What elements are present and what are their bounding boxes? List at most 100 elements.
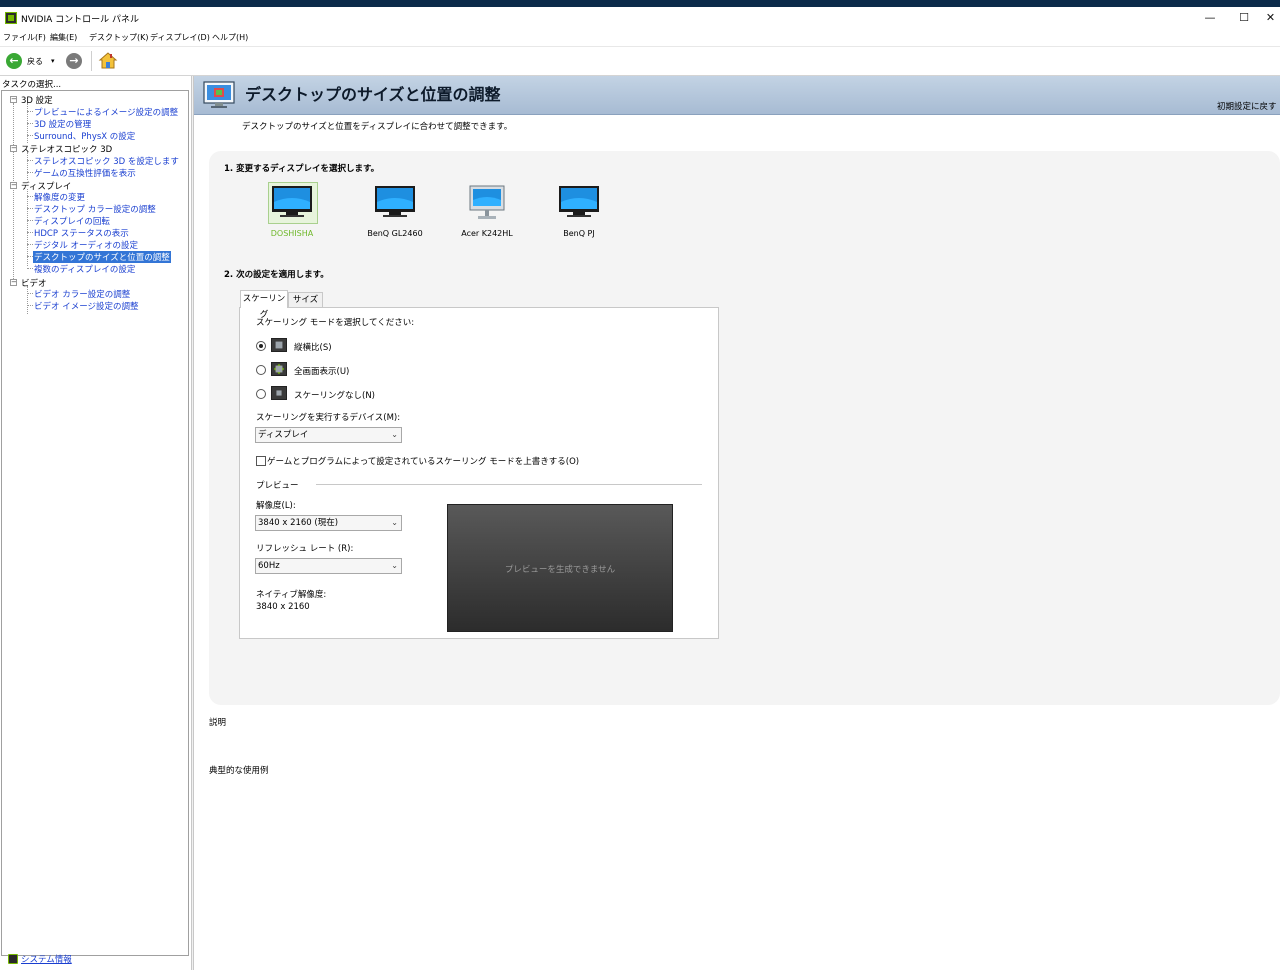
radio-label: スケーリングなし(N)	[294, 391, 375, 401]
display-label: BenQ PJ	[563, 229, 595, 238]
tree-item-manage-3d-settings[interactable]: 3D 設定の管理	[34, 118, 91, 130]
preview-divider	[316, 484, 702, 485]
tab-size[interactable]: サイズ	[288, 292, 323, 307]
tree-category-3d-settings[interactable]: 3D 設定	[21, 94, 53, 106]
menu-bar: ファイル(F) 編集(E) デスクトップ(K) ディスプレイ(D) ヘルプ(H)	[0, 29, 1280, 45]
native-resolution-value: 3840 x 2160	[256, 602, 310, 612]
menu-desktop[interactable]: デスクトップ(K)	[89, 32, 149, 43]
back-history-dropdown-icon[interactable]: ▾	[51, 57, 55, 65]
toolbar-separator	[91, 51, 92, 71]
expander-video[interactable]: −	[10, 279, 17, 286]
title-bar: NVIDIA コントロール パネル — ☐ ✕	[0, 7, 1280, 29]
maximize-button[interactable]: ☐	[1227, 7, 1261, 29]
preview-message: プレビューを生成できません	[504, 565, 616, 575]
tree-item-desktop-size-position[interactable]: デスクトップのサイズと位置の調整	[33, 251, 171, 263]
window-top-edge	[0, 0, 1280, 7]
scaling-tab-panel: スケーリング モードを選択してください: 縦横比(S) 全画面表示(U) スケー…	[239, 307, 719, 639]
step1-heading: 1. 変更するディスプレイを選択します。	[224, 164, 380, 174]
display-doshisha[interactable]: DOSHISHA	[255, 182, 329, 240]
tree-item-digital-audio[interactable]: デジタル オーディオの設定	[34, 239, 138, 251]
page-banner: デスクトップのサイズと位置の調整 初期設定に戻す	[194, 76, 1280, 115]
tree-item-set-up-stereoscopic[interactable]: ステレオスコピック 3D を設定します	[34, 155, 179, 167]
override-scaling-checkbox[interactable]	[256, 456, 266, 466]
radio-label: 全画面表示(U)	[294, 367, 350, 377]
nvidia-app-icon	[5, 12, 17, 24]
task-sidebar: タスクの選択... − 3D 設定 プレビューによるイメージ設定の調整 3D 設…	[0, 76, 191, 970]
display-label: Acer K242HL	[461, 229, 513, 238]
chevron-down-icon: ⌄	[391, 430, 398, 439]
minimize-button[interactable]: —	[1193, 7, 1227, 29]
menu-display[interactable]: ディスプレイ(D)	[150, 32, 210, 43]
no-scaling-icon	[271, 386, 287, 400]
resolution-select[interactable]: 3840 x 2160 (現在) ⌄	[255, 515, 402, 531]
display-acer-k242hl[interactable]: Acer K242HL	[450, 184, 524, 240]
monitor-icon	[375, 186, 415, 217]
task-tree: − 3D 設定 プレビューによるイメージ設定の調整 3D 設定の管理 Surro…	[1, 90, 189, 956]
radio-button[interactable]	[256, 341, 266, 351]
menu-file[interactable]: ファイル(F)	[3, 32, 46, 43]
tree-category-stereoscopic-3d[interactable]: ステレオスコピック 3D	[21, 143, 112, 155]
content-pane: デスクトップのサイズと位置の調整 初期設定に戻す デスクトップのサイズと位置をデ…	[194, 76, 1280, 970]
chevron-down-icon: ⌄	[391, 561, 398, 570]
display-benq-gl2460[interactable]: BenQ GL2460	[358, 184, 432, 240]
step2-heading: 2. 次の設定を適用します。	[224, 270, 329, 280]
menu-edit[interactable]: 編集(E)	[50, 32, 77, 43]
resolution-label: 解像度(L):	[256, 501, 296, 511]
tree-item-game-compatibility[interactable]: ゲームの互換性評価を表示	[34, 167, 136, 179]
select-value: 3840 x 2160 (現在)	[258, 518, 339, 528]
explanation-heading: 説明	[209, 718, 227, 728]
tree-item-video-color[interactable]: ビデオ カラー設定の調整	[34, 288, 130, 300]
system-info-link[interactable]: システム情報	[21, 953, 72, 965]
desktop-size-page-icon	[203, 81, 235, 108]
display-label: BenQ GL2460	[367, 229, 423, 238]
refresh-rate-select[interactable]: 60Hz ⌄	[255, 558, 402, 574]
preview-heading: プレビュー	[256, 481, 299, 491]
override-scaling-label[interactable]: ゲームとプログラムによって設定されているスケーリング モードを上書きする(O)	[267, 455, 579, 467]
page-title: デスクトップのサイズと位置の調整	[245, 85, 501, 104]
full-screen-icon	[271, 362, 287, 376]
window-title: NVIDIA コントロール パネル	[21, 15, 140, 25]
menu-help[interactable]: ヘルプ(H)	[212, 32, 248, 43]
tree-item-preview-image-settings[interactable]: プレビューによるイメージ設定の調整	[34, 106, 178, 118]
scaling-device-select[interactable]: ディスプレイ ⌄	[255, 427, 402, 443]
page-description: デスクトップのサイズと位置をディスプレイに合わせて調整できます。	[242, 122, 513, 132]
radio-label: 縦横比(S)	[294, 343, 332, 353]
refresh-rate-label: リフレッシュ レート (R):	[256, 544, 354, 554]
forward-arrow-icon[interactable]: →	[66, 53, 82, 69]
tree-item-video-image[interactable]: ビデオ イメージ設定の調整	[34, 300, 139, 312]
tree-item-rotate-display[interactable]: ディスプレイの回転	[34, 215, 110, 227]
sidebar-header: タスクの選択...	[2, 80, 62, 90]
monitor-stand-icon	[469, 185, 505, 219]
tree-item-desktop-color[interactable]: デスクトップ カラー設定の調整	[34, 203, 156, 215]
aspect-ratio-icon	[271, 338, 287, 352]
back-arrow-icon[interactable]: ←	[6, 53, 22, 69]
back-button[interactable]: 戻る	[27, 56, 43, 67]
typical-usage-heading: 典型的な使用例	[209, 766, 269, 776]
chevron-down-icon: ⌄	[391, 518, 398, 527]
expander-stereoscopic-3d[interactable]: −	[10, 145, 17, 152]
home-icon[interactable]	[98, 51, 118, 71]
tree-item-change-resolution[interactable]: 解像度の変更	[34, 191, 85, 203]
tree-item-multiple-displays[interactable]: 複数のディスプレイの設定	[34, 263, 135, 275]
scaling-mode-label: スケーリング モードを選択してください:	[256, 318, 415, 328]
select-value: ディスプレイ	[258, 430, 309, 440]
radio-button[interactable]	[256, 389, 266, 399]
tab-scaling[interactable]: スケーリング	[240, 290, 288, 320]
close-button[interactable]: ✕	[1261, 7, 1280, 29]
scaling-device-label: スケーリングを実行するデバイス(M):	[256, 413, 401, 423]
select-value: 60Hz	[258, 561, 280, 571]
monitor-icon	[272, 186, 312, 217]
expander-3d-settings[interactable]: −	[10, 96, 17, 103]
tree-item-hdcp-status[interactable]: HDCP ステータスの表示	[34, 227, 129, 239]
system-info-icon	[8, 954, 18, 964]
native-resolution-label: ネイティブ解像度:	[256, 590, 327, 600]
toolbar: ← 戻る ▾ →	[0, 46, 1280, 76]
display-benq-pj[interactable]: BenQ PJ	[542, 184, 616, 240]
display-label: DOSHISHA	[270, 229, 314, 238]
radio-button[interactable]	[256, 365, 266, 375]
monitor-icon	[559, 186, 599, 217]
expander-display[interactable]: −	[10, 182, 17, 189]
restore-defaults-link[interactable]: 初期設定に戻す	[1217, 100, 1277, 112]
preview-area: プレビューを生成できません	[447, 504, 673, 632]
tree-item-surround-physx[interactable]: Surround、PhysX の設定	[34, 130, 135, 142]
